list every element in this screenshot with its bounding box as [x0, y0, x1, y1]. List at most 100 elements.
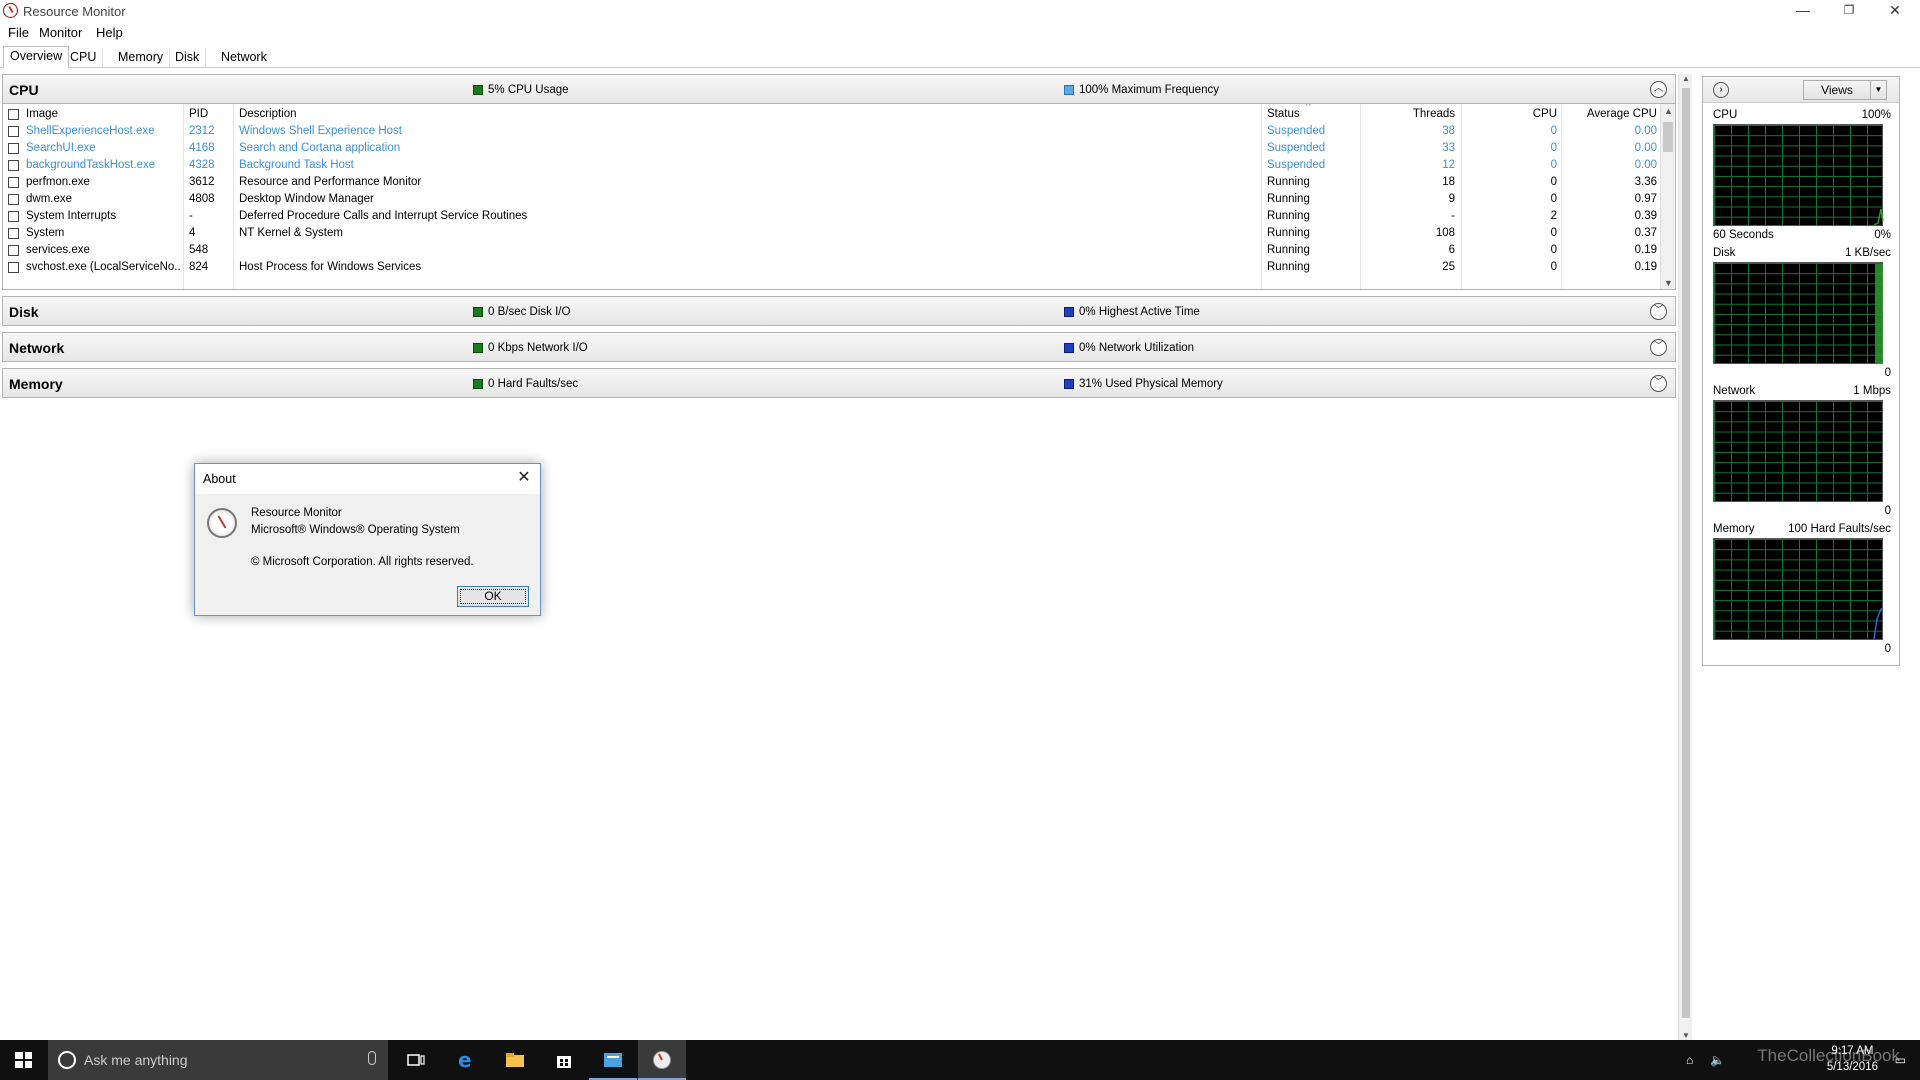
cell-description: Deferred Procedure Calls and Interrupt S…	[239, 210, 528, 222]
row-checkbox[interactable]	[8, 126, 19, 137]
close-icon[interactable]: ✕	[514, 469, 534, 489]
microphone-icon[interactable]	[368, 1051, 376, 1065]
cell-status: Running	[1267, 210, 1310, 222]
chevron-down-icon[interactable]: ﹀	[1650, 339, 1667, 356]
tab-memory[interactable]: Memory	[112, 48, 171, 68]
store-taskbar-button[interactable]	[540, 1040, 588, 1080]
row-checkbox[interactable]	[8, 228, 19, 239]
row-checkbox[interactable]	[8, 211, 19, 222]
header-average-cpu[interactable]: Average CPU	[1563, 108, 1657, 120]
tab-cpu[interactable]: CPU	[64, 48, 104, 68]
graph-panel: › Views ▼ CPU 100% 60 Seconds 0% Disk 1 …	[1702, 76, 1900, 666]
table-row[interactable]: perfmon.exe 3612 Resource and Performance …	[3, 175, 1659, 192]
scroll-thumb[interactable]	[1682, 88, 1690, 1018]
menu-help[interactable]: Help	[96, 25, 123, 40]
row-checkbox[interactable]	[8, 262, 19, 273]
table-row[interactable]: dwm.exe 4808 Desktop Window Manager Running…	[3, 192, 1659, 209]
table-row[interactable]: backgroundTaskHost.exe 4328 Background Tas…	[3, 158, 1659, 175]
resource-monitor-icon	[653, 1051, 671, 1069]
tab-overview[interactable]: Overview	[3, 46, 70, 68]
header-cpu[interactable]: CPU	[1463, 108, 1557, 120]
task-view-button[interactable]	[392, 1040, 440, 1080]
chevron-down-icon[interactable]: ﹀	[1650, 303, 1667, 320]
chevron-down-icon[interactable]: ﹀	[1650, 375, 1667, 392]
network-io-text: 0 Kbps Network I/O	[488, 342, 588, 354]
cell-cpu: 0	[1550, 159, 1557, 171]
store-bag-icon	[557, 1056, 571, 1068]
app-taskbar-button[interactable]	[589, 1040, 637, 1080]
sort-caret-icon: ^	[1306, 104, 1311, 112]
disk-section-header[interactable]: Disk 0 B/sec Disk I/O 0% Highest Active …	[2, 296, 1676, 326]
resource-monitor-taskbar-button[interactable]	[638, 1040, 686, 1080]
window-title: Resource Monitor	[23, 4, 126, 19]
cpu-section-header[interactable]: CPU 5% CPU Usage 100% Maximum Frequency …	[2, 74, 1676, 104]
menu-file[interactable]: File	[8, 25, 29, 40]
cell-description: Host Process for Windows Services	[239, 261, 422, 273]
clock[interactable]: 9:17 AM 5/13/2016	[1827, 1043, 1878, 1075]
table-row[interactable]: SearchUI.exe 4168 Search and Cortana appli…	[3, 141, 1659, 158]
table-row[interactable]: svchost.exe (LocalServiceNo... 824 Host Pr…	[3, 260, 1659, 277]
cell-cpu: 0	[1550, 227, 1557, 239]
cell-threads: -	[1451, 210, 1455, 222]
cortana-search-box[interactable]: Ask me anything	[48, 1040, 388, 1080]
header-image[interactable]: Image	[26, 108, 58, 120]
header-description[interactable]: Description	[239, 108, 297, 120]
table-row[interactable]: System Interrupts - Deferred Procedure Cal…	[3, 209, 1659, 226]
folder-icon	[506, 1053, 524, 1067]
cell-description: Search and Cortana application	[239, 142, 401, 154]
ok-button[interactable]: OK	[457, 586, 529, 607]
scroll-down-arrow-icon[interactable]: ▼	[1679, 1031, 1693, 1040]
disk-graph-min: 0	[1884, 367, 1891, 379]
cell-image: ShellExperienceHost.exe	[26, 125, 155, 137]
cell-average-cpu: 0.97	[1634, 193, 1657, 205]
chevron-up-icon[interactable]: ︿	[1650, 81, 1667, 98]
menu-bar: File Monitor Help	[0, 23, 1920, 43]
network-icon[interactable]: ⌂	[1686, 1053, 1693, 1067]
file-explorer-taskbar-button[interactable]	[491, 1040, 539, 1080]
scroll-up-arrow-icon[interactable]: ▲	[1661, 106, 1675, 116]
cell-average-cpu: 0.00	[1634, 142, 1657, 154]
tab-network[interactable]: Network	[215, 48, 273, 68]
minimize-button[interactable]: —	[1780, 0, 1826, 22]
row-checkbox[interactable]	[8, 160, 19, 171]
row-checkbox[interactable]	[8, 143, 19, 154]
menu-monitor[interactable]: Monitor	[39, 25, 82, 40]
hard-faults-text: 0 Hard Faults/sec	[488, 378, 579, 390]
start-button[interactable]	[0, 1040, 48, 1080]
notifications-icon[interactable]: ▭	[1895, 1053, 1906, 1067]
row-checkbox[interactable]	[8, 245, 19, 256]
network-section-header[interactable]: Network 0 Kbps Network I/O 0% Network Ut…	[2, 332, 1676, 362]
scroll-thumb[interactable]	[1663, 122, 1673, 152]
scroll-up-arrow-icon[interactable]: ▲	[1679, 74, 1693, 83]
tab-disk[interactable]: Disk	[169, 48, 207, 68]
resource-monitor-app-icon	[3, 3, 18, 18]
row-checkbox[interactable]	[8, 177, 19, 188]
table-row[interactable]: System 4 NT Kernel & System Running 108 0 0.37	[3, 226, 1659, 243]
edge-taskbar-button[interactable]: e	[442, 1040, 490, 1080]
close-button[interactable]: ✕	[1872, 0, 1918, 22]
cell-status: Suspended	[1267, 125, 1326, 137]
restore-button[interactable]: ❐	[1826, 0, 1872, 22]
dropdown-arrow-icon[interactable]: ▼	[1870, 81, 1886, 99]
header-threads[interactable]: Threads	[1353, 108, 1455, 120]
header-status[interactable]: Status	[1267, 108, 1300, 120]
network-io-metric: 0 Kbps Network I/O	[473, 342, 588, 354]
views-dropdown[interactable]: Views ▼	[1803, 80, 1887, 100]
table-row[interactable]: ShellExperienceHost.exe 2312 Windows Shell…	[3, 124, 1659, 141]
active-time-text: 0% Highest Active Time	[1079, 306, 1200, 318]
memory-section-header[interactable]: Memory 0 Hard Faults/sec 31% Used Physic…	[2, 368, 1676, 398]
cell-status: Running	[1267, 176, 1310, 188]
cell-status: Running	[1267, 261, 1310, 273]
blue-app-icon	[604, 1053, 622, 1067]
select-all-checkbox[interactable]	[8, 109, 19, 120]
volume-icon[interactable]: 🔈	[1710, 1053, 1725, 1067]
chevron-right-icon[interactable]: ›	[1713, 82, 1729, 98]
scroll-down-arrow-icon[interactable]: ▼	[1661, 278, 1675, 288]
row-checkbox[interactable]	[8, 194, 19, 205]
disk-graph-title: Disk	[1713, 247, 1736, 259]
table-scrollbar[interactable]: ▲ ▼	[1660, 104, 1675, 289]
main-scrollbar[interactable]: ▲ ▼	[1678, 74, 1692, 1040]
table-row[interactable]: services.exe 548 Running 6 0 0.19	[3, 243, 1659, 260]
header-pid[interactable]: PID	[189, 108, 208, 120]
disk-io-metric: 0 B/sec Disk I/O	[473, 306, 570, 318]
